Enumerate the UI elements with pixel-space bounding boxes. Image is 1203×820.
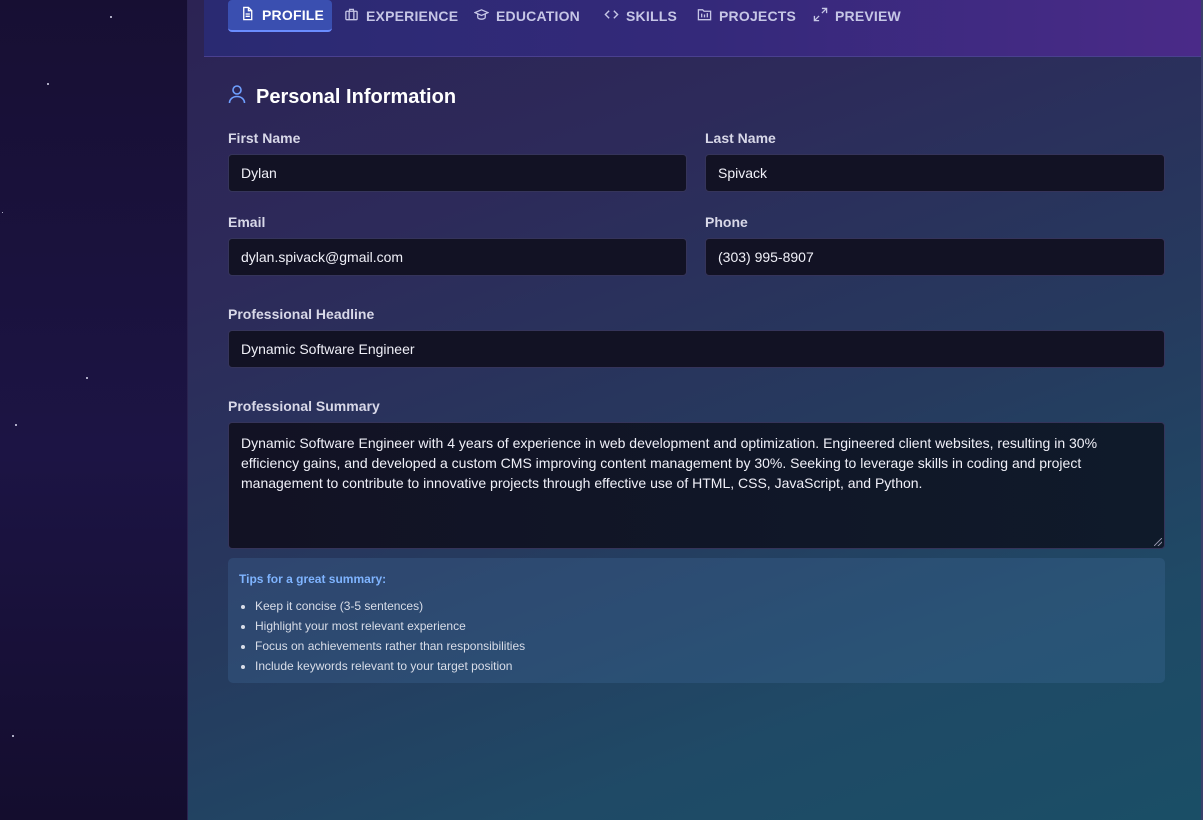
main-content: PROFILE EXPERIENCE EDUCATION SKILLS PROJ… (188, 0, 1203, 820)
star-decoration (2, 212, 3, 213)
star-decoration (12, 735, 14, 737)
tab-label: PROFILE (262, 7, 325, 23)
email-label: Email (228, 214, 266, 230)
tab-label: SKILLS (626, 8, 677, 24)
tab-education[interactable]: EDUCATION (473, 0, 580, 32)
document-icon (240, 6, 255, 24)
tab-label: PROJECTS (719, 8, 797, 24)
tips-box: Tips for a great summary: Keep it concis… (228, 558, 1165, 683)
graduation-cap-icon (473, 7, 490, 25)
summary-textarea[interactable]: Dynamic Software Engineer with 4 years o… (228, 422, 1165, 549)
headline-input[interactable]: Dynamic Software Engineer (228, 330, 1165, 368)
star-decoration (86, 377, 88, 379)
email-input[interactable]: dylan.spivack@gmail.com (228, 238, 687, 276)
tips-title: Tips for a great summary: (239, 572, 387, 586)
first-name-label: First Name (228, 130, 301, 146)
section-title-text: Personal Information (256, 85, 457, 108)
tab-label: EXPERIENCE (366, 8, 459, 24)
last-name-label: Last Name (705, 130, 776, 146)
headline-label: Professional Headline (228, 306, 375, 322)
phone-label: Phone (705, 214, 748, 230)
phone-input[interactable]: (303) 995-8907 (705, 238, 1165, 276)
tips-list: Keep it concise (3-5 sentences) Highligh… (239, 596, 525, 676)
summary-text: Dynamic Software Engineer with 4 years o… (241, 435, 1098, 491)
star-decoration (15, 424, 17, 426)
star-decoration (110, 16, 112, 18)
tab-experience[interactable]: EXPERIENCE (344, 0, 458, 32)
last-name-input[interactable]: Spivack (705, 154, 1165, 192)
tab-label: EDUCATION (496, 8, 580, 24)
list-item: Keep it concise (3-5 sentences) (255, 596, 525, 616)
first-name-input[interactable]: Dylan (228, 154, 687, 192)
list-item: Focus on achievements rather than respon… (255, 636, 525, 656)
briefcase-icon (344, 7, 359, 25)
expand-icon (813, 7, 828, 25)
tab-preview[interactable]: PREVIEW (813, 0, 901, 32)
summary-label: Professional Summary (228, 398, 380, 414)
tab-projects[interactable]: PROJECTS (697, 0, 796, 32)
user-icon (228, 84, 246, 110)
section-heading: Personal Information (228, 84, 456, 110)
resize-handle[interactable] (1154, 538, 1162, 546)
tab-label: PREVIEW (835, 8, 901, 24)
folder-icon (697, 7, 712, 25)
tab-bar: PROFILE EXPERIENCE EDUCATION SKILLS PROJ… (204, 0, 1203, 57)
star-decoration (47, 83, 49, 85)
code-icon (604, 7, 619, 25)
list-item: Highlight your most relevant experience (255, 616, 525, 636)
list-item: Include keywords relevant to your target… (255, 656, 525, 676)
left-side-panel (0, 0, 187, 820)
tab-profile[interactable]: PROFILE (228, 0, 332, 32)
tab-skills[interactable]: SKILLS (604, 0, 677, 32)
